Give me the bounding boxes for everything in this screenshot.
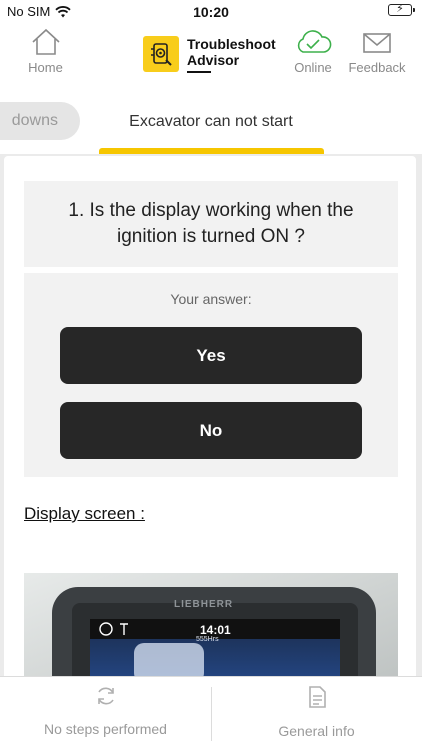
photo-clock: 14:01: [200, 623, 231, 637]
bottom-bar: No steps performed General info: [0, 676, 422, 751]
yes-button[interactable]: Yes: [60, 327, 362, 384]
refresh-icon: [97, 687, 114, 705]
home-label: Home: [28, 60, 63, 75]
logo-underline: [187, 71, 211, 73]
issue-tabs: downs Excavator can not start: [0, 90, 422, 154]
tab-active-indicator: [99, 148, 324, 154]
question-box: 1. Is the display working when the ignit…: [24, 181, 398, 267]
logo-title-line2: Advisor: [187, 52, 240, 68]
general-info-label: General info: [278, 723, 355, 739]
envelope-icon: [363, 33, 391, 53]
logo-title-line1: Troubleshoot: [187, 36, 276, 52]
general-info-button[interactable]: General info: [211, 685, 422, 739]
battery-charging-icon: ⚡: [388, 3, 415, 16]
tab-active-label: Excavator can not start: [129, 113, 293, 130]
question-text: 1. Is the display working when the ignit…: [68, 200, 354, 247]
feedback-label: Feedback: [348, 60, 406, 75]
no-button[interactable]: No: [60, 402, 362, 459]
photo-brand: LIEBHERR: [174, 599, 234, 610]
question-card: 1. Is the display working when the ignit…: [4, 156, 416, 696]
tab-previous-label: downs: [11, 112, 58, 129]
cloud-check-icon: [297, 30, 332, 53]
steps-performed-label: No steps performed: [44, 721, 167, 737]
steps-performed-button[interactable]: No steps performed: [0, 685, 211, 737]
app-header: Home Troubleshoot Advisor Online Feedbac…: [0, 24, 422, 90]
app-logo: Troubleshoot Advisor: [143, 36, 276, 73]
status-time: 10:20: [193, 4, 229, 20]
logo-mark-icon: [143, 36, 179, 72]
home-button[interactable]: Home: [18, 28, 73, 75]
answer-panel: Your answer: Yes No: [24, 273, 398, 477]
online-label: Online: [294, 60, 332, 75]
display-screen-heading: Display screen :: [24, 504, 145, 523]
feedback-button[interactable]: Feedback: [345, 28, 409, 75]
answer-prompt: Your answer:: [170, 291, 252, 307]
document-icon: [308, 686, 326, 708]
online-status-button[interactable]: Online: [290, 28, 336, 75]
photo-hours: 555Hrs: [196, 636, 219, 643]
home-icon: [31, 28, 60, 55]
tab-previous[interactable]: downs: [0, 102, 80, 140]
status-bar: No SIM 10:20 ⚡: [0, 0, 422, 24]
tab-active[interactable]: Excavator can not start: [100, 102, 322, 142]
